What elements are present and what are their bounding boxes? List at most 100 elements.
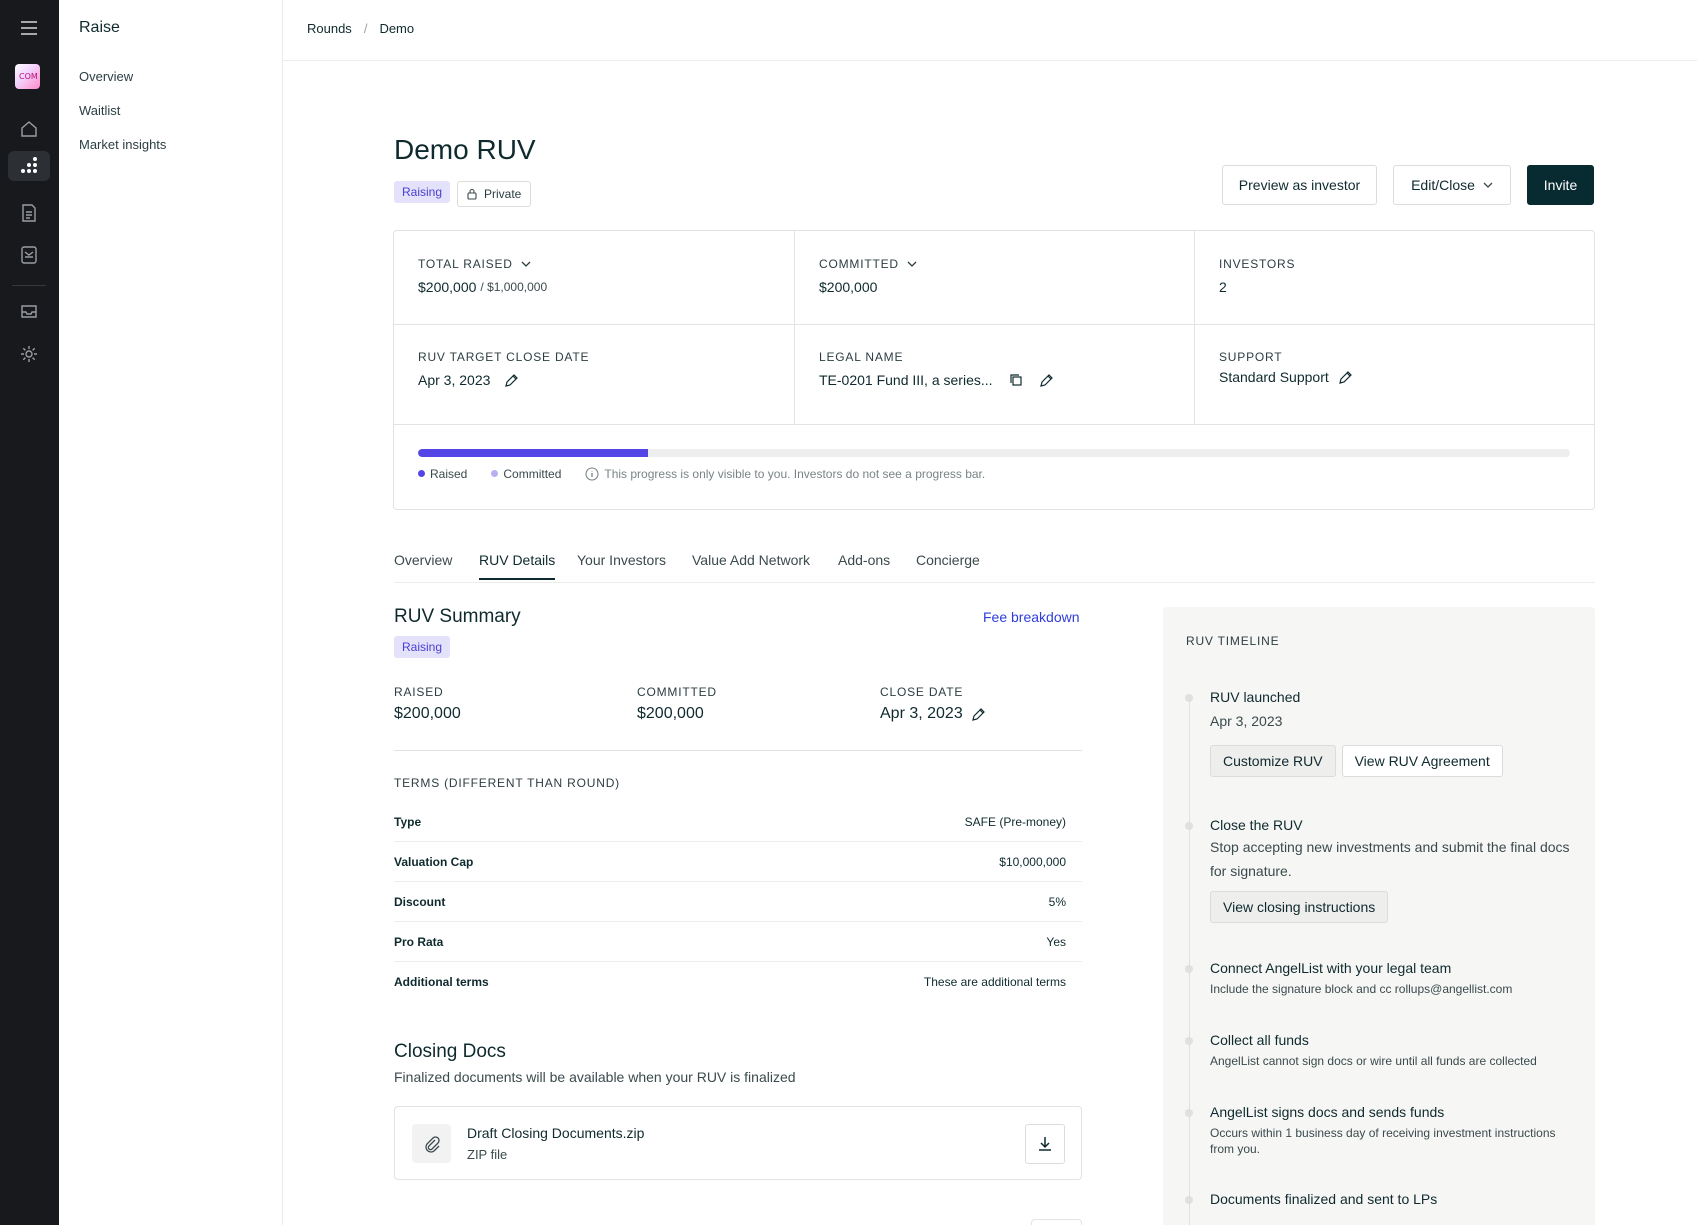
progress-note: This progress is only visible to you. In…: [585, 467, 985, 481]
menu-icon[interactable]: [14, 13, 44, 43]
timeline-dot: [1185, 1037, 1193, 1045]
timeline-dot: [1185, 694, 1193, 702]
summary-raised-value: $200,000: [394, 705, 461, 722]
timeline-step: AngelList signs docs and sends funds Occ…: [1185, 1104, 1580, 1157]
inbox-icon[interactable]: [14, 296, 44, 326]
raise-icon[interactable]: [8, 151, 50, 181]
progress-legend: Raised Committed This progress is only v…: [418, 467, 985, 481]
timeline-dot: [1185, 1109, 1193, 1117]
total-raised-stat: TOTAL RAISED $200,000 / $1,000,000: [418, 257, 547, 295]
privacy-badge: Private: [457, 181, 532, 207]
home-icon[interactable]: [14, 114, 44, 144]
timeline-step-title: AngelList signs docs and sends funds: [1210, 1104, 1445, 1120]
sidebar-item-overview[interactable]: Overview: [79, 69, 133, 84]
tab-overview[interactable]: Overview: [394, 552, 452, 578]
preview-as-investor-button[interactable]: Preview as investor: [1222, 165, 1377, 205]
info-icon: [585, 467, 599, 481]
download-icon: [1039, 1137, 1051, 1151]
closing-docs-subtitle: Finalized documents will be available wh…: [394, 1069, 796, 1085]
status-badge: Raising: [394, 181, 451, 203]
preview-button-label: Preview as investor: [1238, 177, 1361, 193]
stats-divider: [394, 324, 1594, 325]
term-value: These are additional terms: [923, 975, 1066, 989]
breadcrumb-demo[interactable]: Demo: [379, 21, 414, 36]
next-card-edge: [1031, 1219, 1082, 1225]
invite-label: Invite: [1543, 177, 1578, 193]
view-closing-instructions-button[interactable]: View closing instructions: [1210, 891, 1389, 923]
summary-committed-value: $200,000: [637, 705, 704, 722]
customize-ruv-button[interactable]: Customize RUV: [1210, 745, 1336, 777]
legend-committed: Committed: [491, 467, 561, 481]
timeline-step-desc: Apr 3, 2023: [1210, 713, 1283, 729]
term-value: Yes: [1046, 934, 1066, 949]
download-button[interactable]: [1025, 1124, 1065, 1164]
privacy-label: Private: [484, 187, 522, 201]
invite-button[interactable]: Invite: [1527, 165, 1594, 205]
summary-close-value: Apr 3, 2023: [880, 705, 963, 722]
breadcrumb-separator: /: [363, 21, 368, 36]
term-key: Type: [394, 814, 422, 829]
legal-name-value: TE-0201 Fund III, a series...: [819, 372, 993, 388]
timeline-step-title: Documents finalized and sent to LPs: [1210, 1191, 1438, 1207]
edit-close-label: Edit/Close: [1411, 177, 1475, 193]
fee-breakdown-link[interactable]: Fee breakdown: [983, 609, 1080, 625]
edit-pencil-icon[interactable]: [1338, 370, 1353, 385]
company-logo[interactable]: COM: [15, 64, 40, 89]
terms-row: Discount 5%: [394, 882, 1082, 922]
timeline-step-desc: Stop accepting new investments and submi…: [1210, 839, 1570, 879]
edit-pencil-icon[interactable]: [971, 707, 986, 722]
timeline-step-desc: Include the signature block and cc rollu…: [1210, 982, 1513, 996]
support-label: SUPPORT: [1219, 350, 1283, 364]
committed-stat: COMMITTED $200,000: [819, 257, 917, 295]
investors-stat: INVESTORS 2: [1219, 257, 1295, 295]
summary-raised: RAISED $200,000: [394, 685, 461, 723]
summary-committed: COMMITTED $200,000: [637, 685, 717, 723]
breadcrumb-rounds[interactable]: Rounds: [307, 21, 352, 36]
tab-concierge[interactable]: Concierge: [916, 552, 980, 578]
committed-label-row[interactable]: COMMITTED: [819, 257, 917, 271]
support-value: Standard Support: [1219, 369, 1329, 385]
terms-label: TERMS (DIFFERENT THAN ROUND): [394, 776, 620, 790]
tab-value-add-network[interactable]: Value Add Network: [692, 552, 810, 578]
term-key: Valuation Cap: [394, 854, 474, 869]
sidebar-item-market-insights[interactable]: Market insights: [79, 137, 166, 152]
total-raised-label-row[interactable]: TOTAL RAISED: [418, 257, 547, 271]
timeline-step: Connect AngelList with your legal team I…: [1185, 960, 1580, 997]
tab-your-investors[interactable]: Your Investors: [577, 552, 666, 578]
timeline-step-desc: Occurs within 1 business day of receivin…: [1210, 1126, 1556, 1156]
edit-pencil-icon[interactable]: [1039, 373, 1054, 388]
breadcrumb: Rounds / Demo: [307, 21, 414, 36]
legend-raised-label: Raised: [430, 467, 468, 481]
document-icon[interactable]: [14, 198, 44, 228]
timeline-step-title: Close the RUV: [1210, 817, 1303, 833]
total-raised-label: TOTAL RAISED: [418, 257, 513, 271]
settings-gear-icon[interactable]: [14, 339, 44, 369]
stats-card: TOTAL RAISED $200,000 / $1,000,000 COMMI…: [393, 230, 1595, 510]
terms-row: Pro Rata Yes: [394, 922, 1082, 962]
term-value: $10,000,000: [999, 854, 1066, 869]
tab-add-ons[interactable]: Add-ons: [838, 552, 890, 578]
committed-label: COMMITTED: [819, 257, 899, 271]
summary-raised-label: RAISED: [394, 685, 444, 699]
sidebar-item-waitlist[interactable]: Waitlist: [79, 103, 120, 118]
closing-docs-title: Closing Docs: [394, 1041, 506, 1062]
target-close-stat: RUV TARGET CLOSE DATE Apr 3, 2023: [418, 350, 589, 388]
top-bar: Rounds / Demo: [283, 0, 1697, 61]
raise-sidebar: Raise Overview Waitlist Market insights: [59, 0, 283, 1225]
edit-pencil-icon[interactable]: [504, 373, 519, 388]
progress-bar-raised-fill: [418, 449, 649, 457]
ledger-icon[interactable]: [14, 240, 44, 270]
summary-status-badge: Raising: [394, 636, 451, 658]
file-card: Draft Closing Documents.zip ZIP file: [394, 1106, 1082, 1180]
progress-bar: [418, 449, 1570, 457]
term-key: Additional terms: [394, 975, 489, 989]
tab-ruv-details[interactable]: RUV Details: [479, 552, 556, 580]
term-key: Pro Rata: [394, 934, 444, 949]
edit-close-button[interactable]: Edit/Close: [1393, 165, 1511, 205]
timeline-dot: [1185, 822, 1193, 830]
legal-name-stat: LEGAL NAME TE-0201 Fund III, a series...: [819, 350, 1054, 388]
timeline-axis: [1189, 697, 1190, 1225]
view-ruv-agreement-button[interactable]: View RUV Agreement: [1341, 745, 1503, 777]
copy-icon[interactable]: [1009, 373, 1023, 387]
terms-row: Type SAFE (Pre-money): [394, 802, 1082, 842]
